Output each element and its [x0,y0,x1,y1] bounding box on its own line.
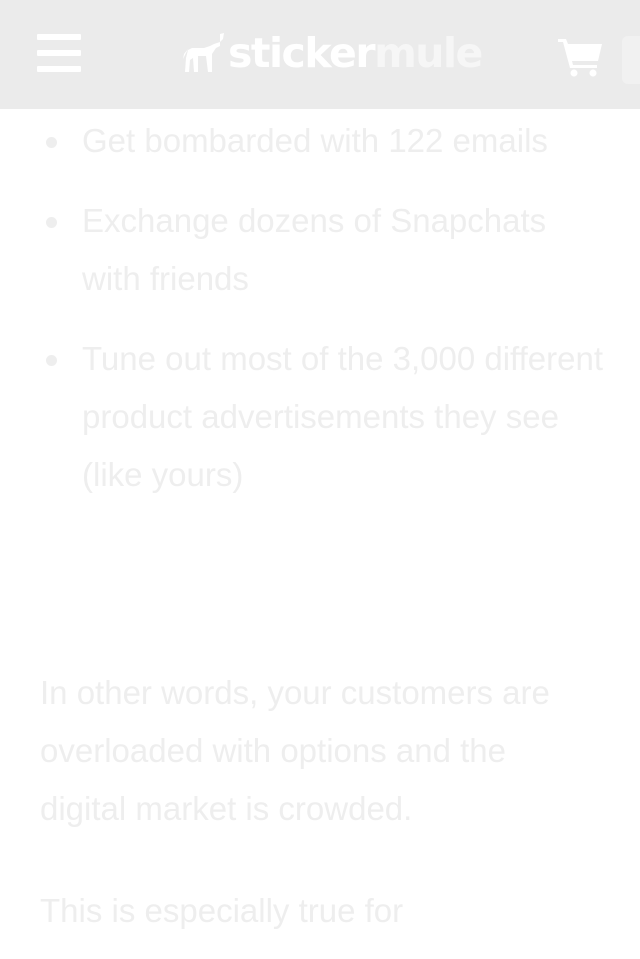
page: Get bombarded with 122 emails Exchange d… [0,0,640,959]
top-navbar: stickermule [0,0,640,109]
list-item-text: Get bombarded with 122 emails [82,122,548,159]
list-item: Exchange dozens of Snapchats with friend… [0,192,640,308]
list-item: Tune out most of the 3,000 different pro… [0,330,640,504]
bullet-dot [46,217,57,228]
list-item-text: Exchange dozens of Snapchats with friend… [82,202,547,297]
bullet-dot [46,355,57,366]
account-button[interactable] [622,36,640,84]
logo-text-sticker: sticker [228,29,376,77]
body-paragraph: In other words, your customers are overl… [40,674,550,827]
mule-icon [183,33,224,72]
logo-text: stickermule [228,28,483,78]
list-item: Get bombarded with 122 emails [0,112,640,170]
logo-text-mule: mule [374,29,483,77]
list-item-text: Tune out most of the 3,000 different pro… [82,340,604,493]
hamburger-menu-icon[interactable] [37,34,81,72]
bullet-list: Get bombarded with 122 emails Exchange d… [0,112,640,526]
article-content: Get bombarded with 122 emails Exchange d… [0,0,640,959]
bullet-dot [46,137,57,148]
body-paragraph: This is especially true for [40,892,404,929]
logo[interactable]: stickermule [180,28,483,78]
shopping-cart-icon[interactable] [557,37,603,77]
